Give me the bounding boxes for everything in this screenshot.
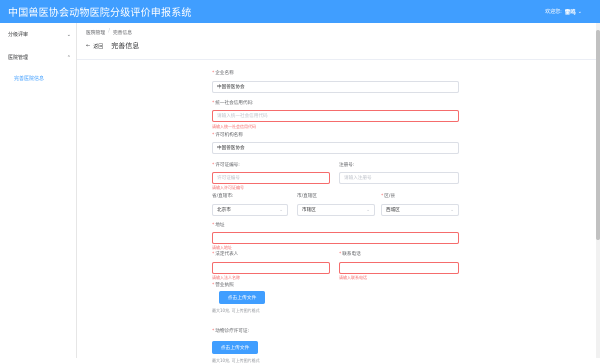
phone-input[interactable] xyxy=(339,262,459,274)
district-select[interactable]: 西城区 ⌄ xyxy=(381,204,459,216)
reg-no-input[interactable]: 请输入注册号 xyxy=(339,172,459,184)
breadcrumb-separator: / xyxy=(108,29,110,34)
breadcrumb: 医院管理 / 完善信息 xyxy=(86,29,132,36)
address-label: *地址 xyxy=(212,223,225,228)
credit-code-input[interactable]: 请输入统一社会信用代码 xyxy=(212,110,459,122)
city-label: 市/直辖区 xyxy=(297,194,317,199)
back-button[interactable]: 返回 xyxy=(93,43,103,50)
back-arrow-icon[interactable]: ← xyxy=(86,43,90,49)
business-license-label: *营业执照 xyxy=(212,283,234,288)
user-menu[interactable]: 雷鸣 xyxy=(565,8,576,16)
license-no-label: *许可证编号: xyxy=(212,163,240,168)
legal-rep-input[interactable] xyxy=(212,262,330,274)
page-header: ← 返回 完善信息 xyxy=(86,41,139,51)
credit-code-label: *统一社会信用代码: xyxy=(212,101,254,106)
legal-rep-label: *法定代表人 xyxy=(212,252,239,257)
chevron-up-icon: ⌃ xyxy=(66,54,71,61)
sidebar: 分级评审 ⌄ 医院管理 ⌃ 完善医院信息 xyxy=(0,23,77,358)
upload-hint: 最大10兆, 可上传图片格式 xyxy=(212,308,260,313)
chevron-down-icon: ⌄ xyxy=(66,31,71,38)
app-title: 中国兽医协会动物医院分级评价申报系统 xyxy=(8,8,192,19)
credit-code-error: 请输入统一社会信用代码 xyxy=(212,124,256,129)
upload-hint: 最大10兆, 可上传图片格式 xyxy=(212,358,260,363)
breadcrumb-item: 完善信息 xyxy=(112,31,133,36)
chevron-down-icon: ⌄ xyxy=(366,207,370,213)
main-content: 医院管理 / 完善信息 ← 返回 完善信息 *企业名称 中国兽医协会 *统一社会… xyxy=(77,23,600,363)
license-no-input[interactable]: 许可证编号 xyxy=(212,172,330,184)
scrollbar-thumb[interactable] xyxy=(596,30,600,240)
chevron-down-icon: ⌄ xyxy=(279,207,283,213)
legal-rep-error: 请输入法人名称 xyxy=(212,275,240,280)
province-label: 省/直辖市: xyxy=(212,194,234,199)
welcome-label: 欢迎您: xyxy=(545,9,562,15)
phone-error: 请输入联系电话 xyxy=(339,275,367,280)
district-label: *区/县 xyxy=(381,194,396,199)
sidebar-menu-grading[interactable]: 分级评审 ⌄ xyxy=(0,23,76,46)
company-name-input[interactable]: 中国兽医协会 xyxy=(212,81,459,93)
license-no-error: 请输入许可证编号 xyxy=(212,185,244,190)
upload-medical-license-button[interactable]: 点击上传文件 xyxy=(212,341,258,354)
company-name-label: *企业名称 xyxy=(212,71,234,76)
sidebar-menu-hospital[interactable]: 医院管理 ⌃ xyxy=(0,46,76,69)
license-name-input[interactable]: 中国兽医协会 xyxy=(212,142,459,154)
sidebar-menu-label: 分级评审 xyxy=(8,32,29,38)
province-select[interactable]: 北京市 ⌄ xyxy=(212,204,288,216)
sidebar-item-complete-info[interactable]: 完善医院信息 xyxy=(0,69,76,87)
page-title: 完善信息 xyxy=(111,42,140,50)
address-input[interactable] xyxy=(212,232,459,244)
medical-license-label: *动物诊疗许可证: xyxy=(212,329,250,334)
breadcrumb-item[interactable]: 医院管理 xyxy=(86,29,105,36)
phone-label: *联系电话 xyxy=(339,252,361,257)
city-select[interactable]: 市辖区 ⌄ xyxy=(297,204,375,216)
chevron-down-icon: ⌄ xyxy=(450,207,454,213)
top-bar: 中国兽医协会动物医院分级评价申报系统 欢迎您: 雷鸣 ⌄ xyxy=(0,0,600,23)
chevron-down-icon[interactable]: ⌄ xyxy=(578,9,582,15)
license-name-label: *许可机构名称 xyxy=(212,133,243,138)
divider xyxy=(77,59,600,60)
upload-business-license-button[interactable]: 点击上传文件 xyxy=(219,291,265,304)
sidebar-menu-label: 医院管理 xyxy=(8,55,29,61)
reg-no-label: 注册号: xyxy=(339,163,355,168)
